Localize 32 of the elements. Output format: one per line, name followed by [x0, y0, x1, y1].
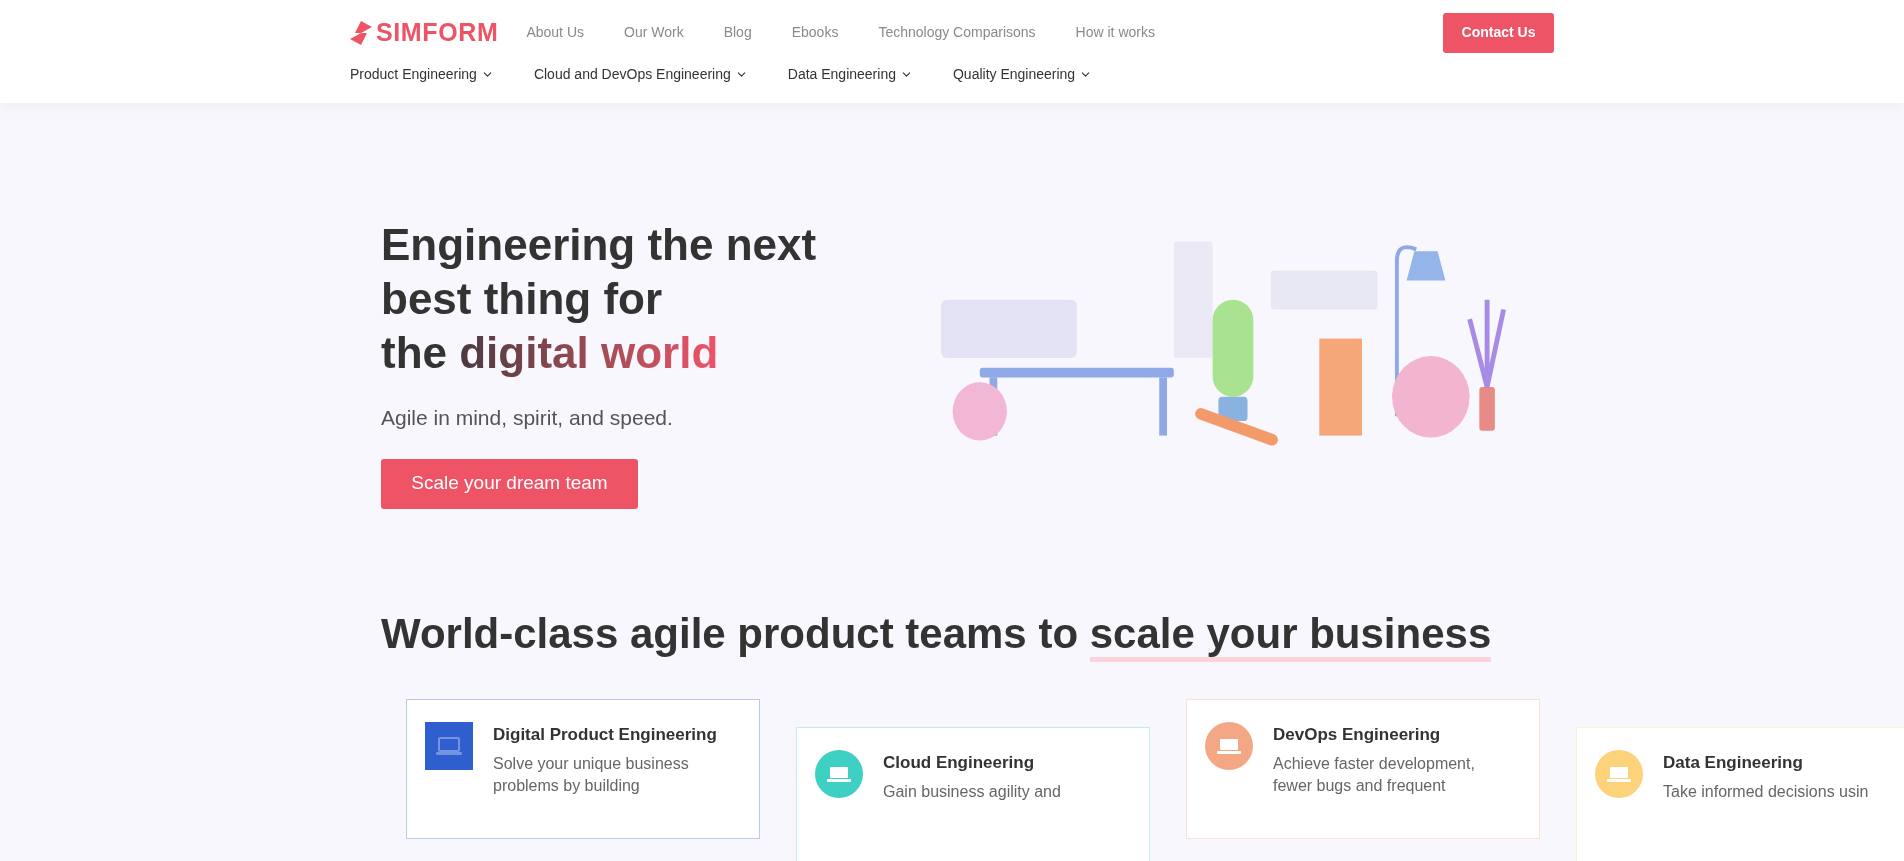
card-title: Cloud Engineering: [883, 751, 1036, 774]
nav-link[interactable]: Our Work: [624, 22, 684, 43]
nav-link[interactable]: About Us: [526, 22, 584, 43]
service-card[interactable]: Digital Product Engineering Solve your unique business problems by building: [406, 698, 760, 839]
menu-dropdown[interactable]: Data Engineering: [787, 64, 913, 85]
logo-mark-icon: [350, 20, 372, 45]
card-title: Digital Product Engineering: [493, 723, 717, 746]
card-title: DevOps Engineering: [1273, 723, 1442, 746]
hero-subtitle: Agile in mind, spirit, and speed.: [381, 405, 674, 431]
menu-dropdown[interactable]: Product Engineering: [350, 64, 494, 85]
service-card[interactable]: Cloud Engineering Gain business agility and: [796, 726, 1150, 861]
service-card[interactable]: Data Engineering Take informed decisions usin: [1576, 726, 1904, 861]
logo[interactable]: SIMFORM: [350, 13, 499, 52]
nav-link[interactable]: How it works: [1075, 22, 1155, 43]
nav-link[interactable]: Ebooks: [791, 22, 839, 43]
card-description: Gain business agility and: [883, 782, 1061, 802]
card-description: Solve your unique business problems by building: [493, 754, 690, 796]
scale-team-button[interactable]: Scale your dream team: [381, 458, 638, 509]
service-card[interactable]: DevOps Engineering Achieve faster development, fewer bugs and frequent: [1186, 698, 1540, 839]
menu-dropdown[interactable]: Cloud and DevOps Engineering: [533, 64, 748, 85]
section-heading-underlined: scale your business: [1089, 609, 1492, 662]
card-description: Achieve faster development, fewer bugs and frequent: [1273, 754, 1475, 796]
hero-heading-line: the: [381, 328, 448, 377]
nav-link[interactable]: Technology Comparisons: [878, 22, 1036, 43]
section-heading: World-class agile product teams to: [381, 609, 1080, 657]
menu-dropdown[interactable]: Quality Engineering: [952, 64, 1093, 85]
hero-heading-line: best thing for: [381, 273, 664, 325]
card-title: Data Engineering: [1663, 751, 1804, 774]
card-description: Take informed decisions usin: [1663, 782, 1869, 802]
nav-link[interactable]: Blog: [723, 22, 752, 43]
hero-heading-line: Engineering the next: [381, 219, 818, 271]
contact-button[interactable]: Contact Us: [1443, 12, 1554, 53]
